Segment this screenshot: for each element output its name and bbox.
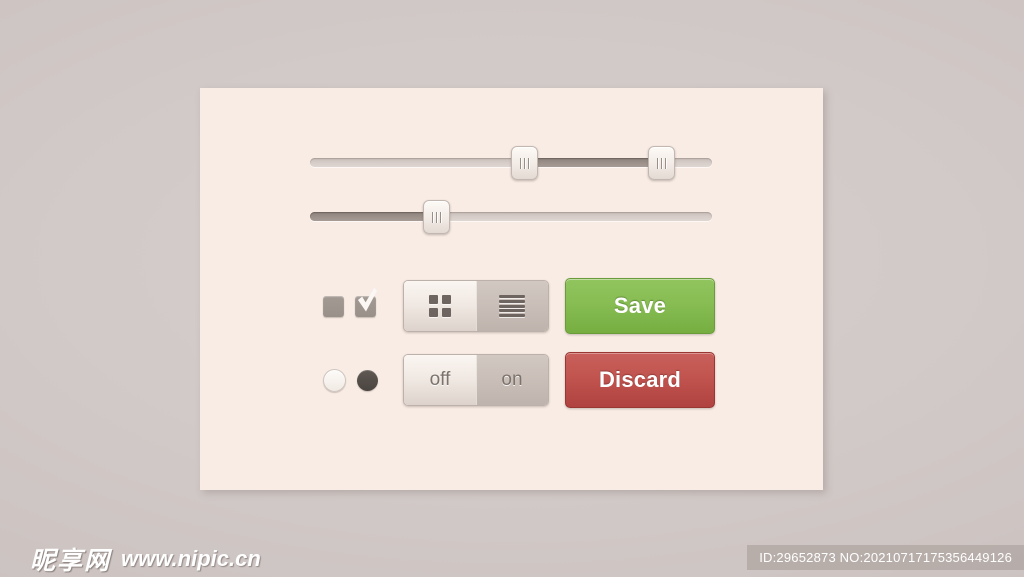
switch-off-option[interactable]: off bbox=[404, 355, 476, 405]
watermark: 昵享网 www.nipic.cn bbox=[30, 541, 261, 577]
view-mode-list-option[interactable] bbox=[476, 281, 548, 331]
range-slider-upper-handle[interactable] bbox=[647, 146, 675, 180]
radio-group bbox=[323, 368, 378, 392]
ui-kit-card: Save off on Discard bbox=[200, 88, 823, 490]
checkbox-group bbox=[323, 295, 376, 317]
watermark-logo: 昵享网 bbox=[30, 547, 112, 575]
slider-fill bbox=[310, 212, 435, 221]
discard-button[interactable]: Discard bbox=[565, 352, 715, 408]
controls-row-top: Save bbox=[200, 278, 823, 334]
grid-icon bbox=[429, 295, 451, 317]
switch-on-option[interactable]: on bbox=[476, 355, 548, 405]
checkbox-unchecked[interactable] bbox=[323, 295, 344, 317]
value-slider-handle[interactable] bbox=[422, 200, 450, 234]
slider-fill bbox=[523, 158, 660, 167]
image-id-badge: ID:29652873 NO:20210717175356449126 bbox=[747, 545, 1024, 570]
grip-icon bbox=[656, 157, 666, 169]
watermark-url: www.nipic.cn bbox=[121, 546, 261, 571]
view-mode-grid-option[interactable] bbox=[404, 281, 476, 331]
range-slider-lower-handle[interactable] bbox=[511, 146, 539, 180]
radio-selected[interactable] bbox=[357, 369, 378, 391]
range-slider[interactable] bbox=[310, 146, 712, 180]
list-icon bbox=[499, 295, 525, 317]
save-button[interactable]: Save bbox=[565, 278, 715, 334]
page-background: Save off on Discard 昵享网 www.nipic.cn ID:… bbox=[0, 0, 1024, 577]
radio-unselected[interactable] bbox=[323, 368, 346, 392]
value-slider[interactable] bbox=[310, 200, 712, 234]
controls-row-bottom: off on Discard bbox=[200, 352, 823, 408]
grip-icon bbox=[431, 211, 441, 223]
on-off-switch[interactable]: off on bbox=[403, 354, 549, 406]
view-mode-switch[interactable] bbox=[403, 280, 549, 332]
checkbox-checked[interactable] bbox=[355, 295, 376, 317]
grip-icon bbox=[520, 157, 530, 169]
